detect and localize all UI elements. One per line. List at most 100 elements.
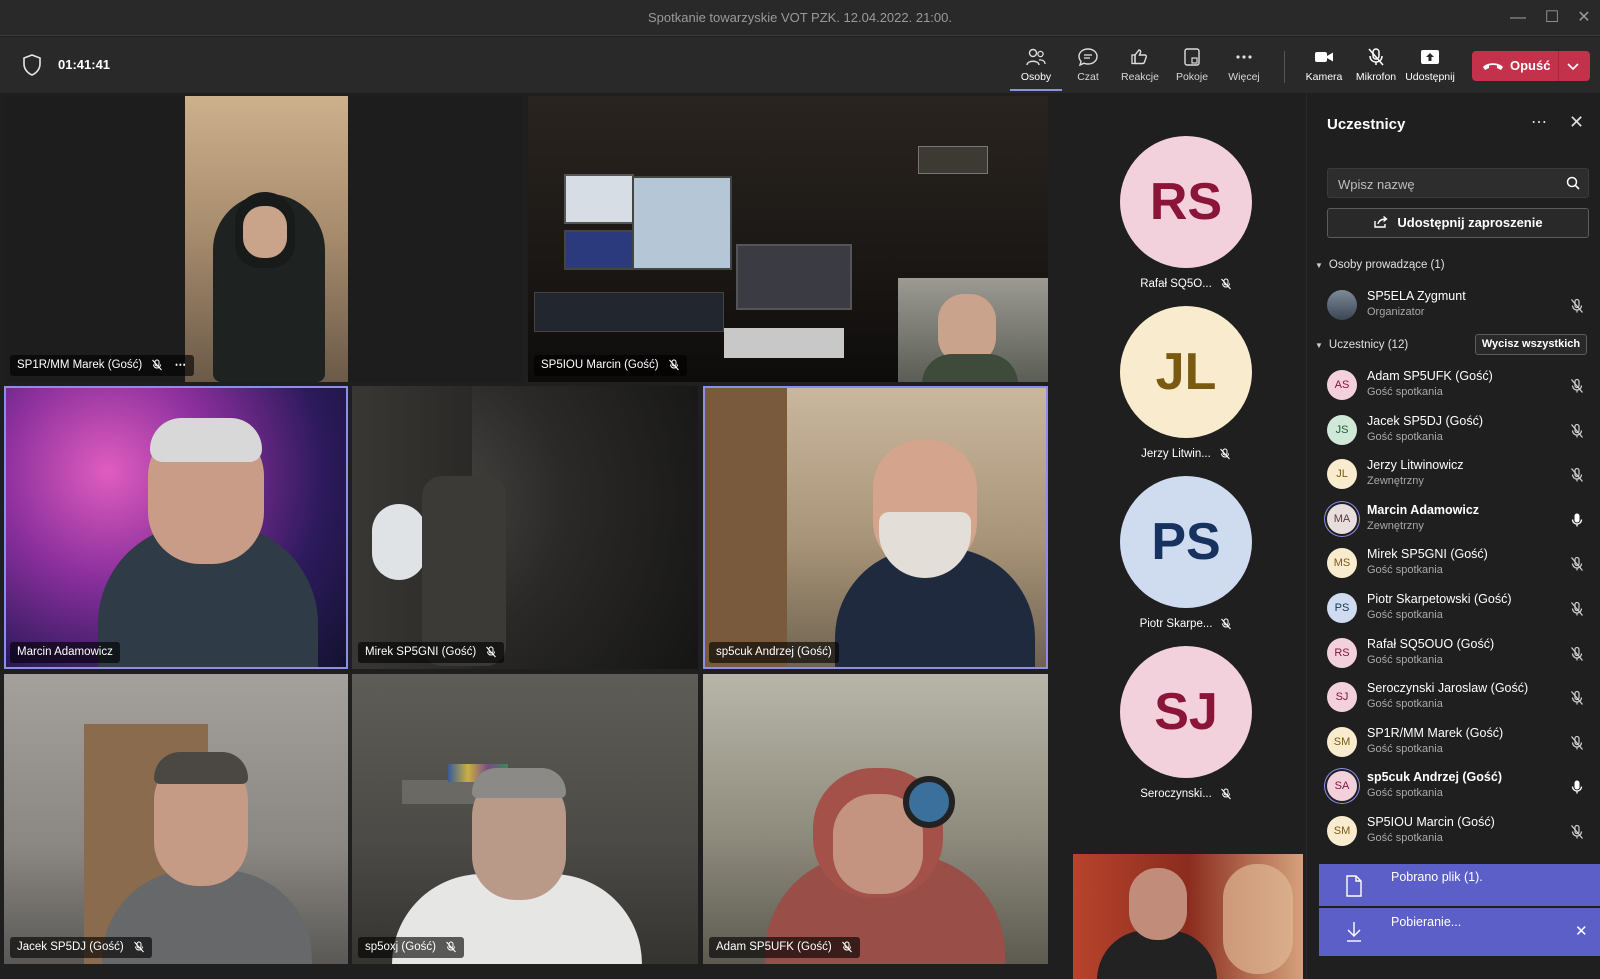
shield-icon[interactable] [22, 54, 42, 76]
video-tile[interactable]: Adam SP5UFK (Gość) [703, 674, 1048, 964]
video-tile[interactable]: Mirek SP5GNI (Gość) [352, 386, 698, 669]
reactions-label: Reakcje [1121, 71, 1159, 83]
camera-button[interactable]: Kamera [1298, 45, 1350, 91]
camera-label: Kamera [1305, 71, 1343, 83]
video-tile[interactable]: Marcin Adamowicz [4, 386, 348, 669]
attendees-section-header[interactable]: ▼ Uczestnicy (12) [1315, 339, 1408, 351]
participant-name: SP5IOU Marcin (Gość) [1367, 815, 1495, 829]
mic-off-icon [486, 646, 497, 658]
mic-off-icon[interactable] [1569, 467, 1585, 483]
video-figure [564, 230, 634, 270]
video-tile[interactable]: SP5IOU Marcin (Gość) [528, 96, 1048, 382]
video-tile[interactable]: SP1R/MM Marek (Gość) ⋯ [4, 96, 523, 382]
mic-off-icon[interactable] [1569, 646, 1585, 662]
toolbar-separator [1284, 51, 1285, 83]
maximize-icon[interactable]: ☐ [1540, 6, 1564, 30]
close-icon[interactable]: ✕ [1569, 112, 1584, 133]
camera-icon [1315, 52, 1333, 62]
self-preview[interactable] [1073, 854, 1303, 979]
video-feed [705, 388, 1046, 667]
participant-row[interactable]: RS Rafał SQ5OUO (Gość) Gość spotkania [1307, 632, 1600, 676]
more-options-icon[interactable]: ⋯ [1531, 112, 1548, 132]
participant-nametag: Mirek SP5GNI (Gość) [358, 642, 505, 663]
chat-button[interactable]: Czat [1062, 45, 1114, 91]
microphone-button[interactable]: Mikrofon [1350, 45, 1402, 91]
share-button[interactable]: Udostępnij [1404, 45, 1456, 91]
participant-role: Gość spotkania [1367, 653, 1443, 666]
video-feed [703, 674, 1048, 964]
share-invite-button[interactable]: Udostępnij zaproszenie [1327, 208, 1589, 238]
participant-row[interactable]: SM SP5IOU Marcin (Gość) Gość spotkania [1307, 810, 1600, 854]
mic-off-icon[interactable] [1569, 378, 1585, 394]
more-label: Więcej [1228, 71, 1260, 83]
mic-on-icon[interactable] [1569, 512, 1585, 528]
video-figure [564, 174, 634, 224]
participant-row[interactable]: MS Mirek SP5GNI (Gość) Gość spotkania [1307, 542, 1600, 586]
reactions-button[interactable]: Reakcje [1114, 45, 1166, 91]
chevron-down-icon[interactable] [1565, 58, 1581, 74]
people-icon [1026, 48, 1046, 66]
participant-role: Gość spotkania [1367, 430, 1443, 443]
participant-row[interactable]: JL Jerzy Litwinowicz Zewnętrzny [1307, 453, 1600, 497]
minimize-icon[interactable]: — [1506, 6, 1530, 30]
mic-off-icon[interactable] [1569, 735, 1585, 751]
download-progress-toast[interactable]: Pobieranie... ✕ [1319, 908, 1600, 956]
presenters-section-header[interactable]: ▼ Osoby prowadzące (1) [1315, 259, 1445, 271]
avatar: SA [1327, 771, 1357, 802]
participant-avatar[interactable]: JL [1120, 306, 1252, 438]
participant-bubble-name: Rafał SQ5O... [1100, 278, 1272, 290]
mic-off-icon [841, 941, 852, 953]
mic-on-icon[interactable] [1569, 779, 1585, 795]
mic-off-icon[interactable] [1569, 298, 1585, 314]
reactions-icon [1131, 49, 1147, 65]
rooms-button[interactable]: Pokoje [1166, 45, 1218, 91]
chat-icon [1078, 48, 1098, 67]
participant-role: Gość spotkania [1367, 742, 1443, 755]
video-tile[interactable]: sp5oxj (Gość) [352, 674, 698, 964]
participant-row[interactable]: SJ Seroczynski Jaroslaw (Gość) Gość spotka… [1307, 676, 1600, 720]
participant-row[interactable]: JS Jacek SP5DJ (Gość) Gość spotkania [1307, 409, 1600, 453]
video-tile[interactable]: Jacek SP5DJ (Gość) [4, 674, 348, 964]
participant-avatar[interactable]: PS [1120, 476, 1252, 608]
participant-row[interactable]: SP5ELA Zygmunt Organizator [1307, 284, 1600, 328]
close-icon[interactable]: ✕ [1575, 922, 1588, 940]
search-icon[interactable] [1566, 176, 1580, 190]
close-window-icon[interactable]: ✕ [1572, 6, 1596, 30]
participant-row[interactable]: SM SP1R/MM Marek (Gość) Gość spotkania [1307, 721, 1600, 765]
participant-avatar[interactable]: SJ [1120, 646, 1252, 778]
mic-off-icon [1368, 48, 1384, 66]
participant-row[interactable]: PS Piotr Skarpetowski (Gość) Gość spotkani… [1307, 587, 1600, 631]
participant-name: Rafał SQ5OUO (Gość) [1367, 636, 1495, 651]
participant-nametag: sp5oxj (Gość) [358, 937, 465, 958]
mute-all-button[interactable]: Wycisz wszystkich [1475, 334, 1587, 355]
mic-off-icon[interactable] [1569, 690, 1585, 706]
participant-name: Adam SP5UFK (Gość) [716, 941, 832, 953]
mic-off-icon[interactable] [1569, 601, 1585, 617]
avatar [1327, 290, 1357, 320]
video-feed [4, 674, 348, 964]
participant-role: Organizator [1367, 306, 1425, 318]
participant-row[interactable]: MA Marcin Adamowicz Zewnętrzny [1307, 498, 1600, 542]
leave-button[interactable]: Opuść [1472, 51, 1590, 81]
more-button[interactable]: Więcej [1218, 45, 1270, 91]
avatar: MS [1327, 548, 1357, 579]
more-icon [1236, 55, 1252, 59]
participant-row[interactable]: AS Adam SP5UFK (Gość) Gość spotkania [1307, 364, 1600, 408]
mic-off-icon[interactable] [1569, 423, 1585, 439]
mic-off-icon[interactable] [1569, 824, 1585, 840]
people-button[interactable]: Osoby [1010, 45, 1062, 91]
participant-avatar[interactable]: RS [1120, 136, 1252, 268]
avatar: PS [1327, 593, 1357, 623]
search-field[interactable] [1327, 168, 1589, 198]
participant-role: Gość spotkania [1367, 787, 1443, 800]
participant-role: Gość spotkania [1367, 564, 1443, 577]
download-complete-toast[interactable]: Pobrano plik (1). [1319, 864, 1600, 906]
search-input[interactable] [1338, 174, 1558, 194]
attendees-header-label: Uczestnicy (12) [1328, 339, 1409, 351]
participant-role: Gość spotkania [1367, 832, 1443, 844]
more-options-icon[interactable]: ⋯ [175, 359, 188, 371]
mic-off-icon[interactable] [1569, 556, 1585, 572]
participant-name: Piotr Skarpe... [1139, 618, 1213, 631]
participant-row[interactable]: SA sp5cuk Andrzej (Gość) Gość spotkania [1307, 765, 1600, 809]
video-tile[interactable]: sp5cuk Andrzej (Gość) [703, 386, 1048, 669]
